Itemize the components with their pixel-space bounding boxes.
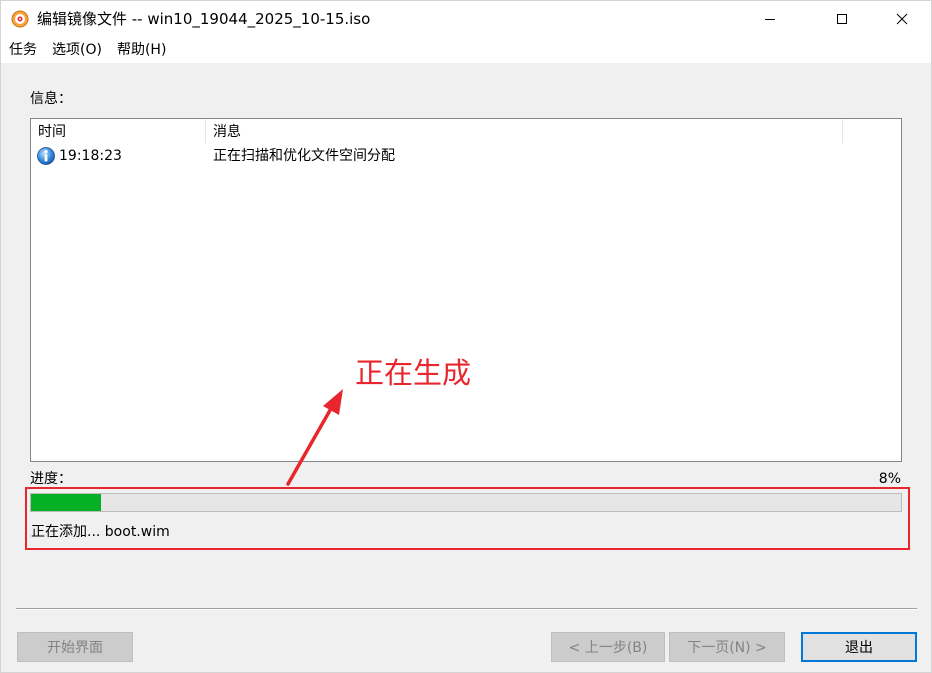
list-item[interactable]: 19:18:23 正在扫描和优化文件空间分配	[31, 145, 901, 167]
previous-button[interactable]: < 上一步(B)	[551, 632, 665, 662]
start-screen-button[interactable]: 开始界面	[17, 632, 133, 662]
column-header-time[interactable]: 时间	[31, 119, 206, 143]
progress-percent: 8%	[878, 471, 901, 487]
menu-task[interactable]: 任务	[1, 37, 44, 63]
message-list[interactable]: 时间 消息 19:18:23 正在扫描和优化文件空间分配	[30, 118, 902, 462]
footer-separator	[16, 608, 917, 610]
annotation-arrow-icon	[286, 389, 343, 486]
column-header-filler	[843, 119, 901, 143]
maximize-icon	[837, 14, 847, 24]
minimize-button[interactable]	[747, 1, 793, 37]
next-button[interactable]: 下一页(N) >	[669, 632, 785, 662]
annotation-highlight-box	[25, 487, 910, 550]
info-label: 信息：	[30, 91, 72, 107]
row-time: 19:18:23	[59, 148, 122, 164]
column-header-message[interactable]: 消息	[206, 119, 843, 143]
window-title: 编辑镜像文件 -- win10_19044_2025_10-15.iso	[37, 10, 371, 28]
menu-bar: 任务 选项(O) 帮助(H)	[1, 37, 931, 63]
maximize-button[interactable]	[819, 1, 865, 37]
disc-icon	[11, 10, 29, 28]
close-icon	[896, 13, 908, 25]
row-message: 正在扫描和优化文件空间分配	[213, 148, 395, 164]
minimize-icon	[765, 19, 775, 20]
close-button[interactable]	[879, 1, 925, 37]
exit-button[interactable]: 退出	[801, 632, 917, 662]
info-icon	[36, 146, 56, 166]
annotation-label: 正在生成	[355, 356, 472, 390]
title-bar: 编辑镜像文件 -- win10_19044_2025_10-15.iso	[1, 1, 931, 37]
menu-help[interactable]: 帮助(H)	[109, 37, 173, 63]
menu-options[interactable]: 选项(O)	[44, 37, 109, 63]
list-header: 时间 消息	[31, 119, 901, 143]
progress-label: 进度：	[30, 471, 72, 487]
edit-image-window: 编辑镜像文件 -- win10_19044_2025_10-15.iso 任务 …	[0, 0, 932, 673]
